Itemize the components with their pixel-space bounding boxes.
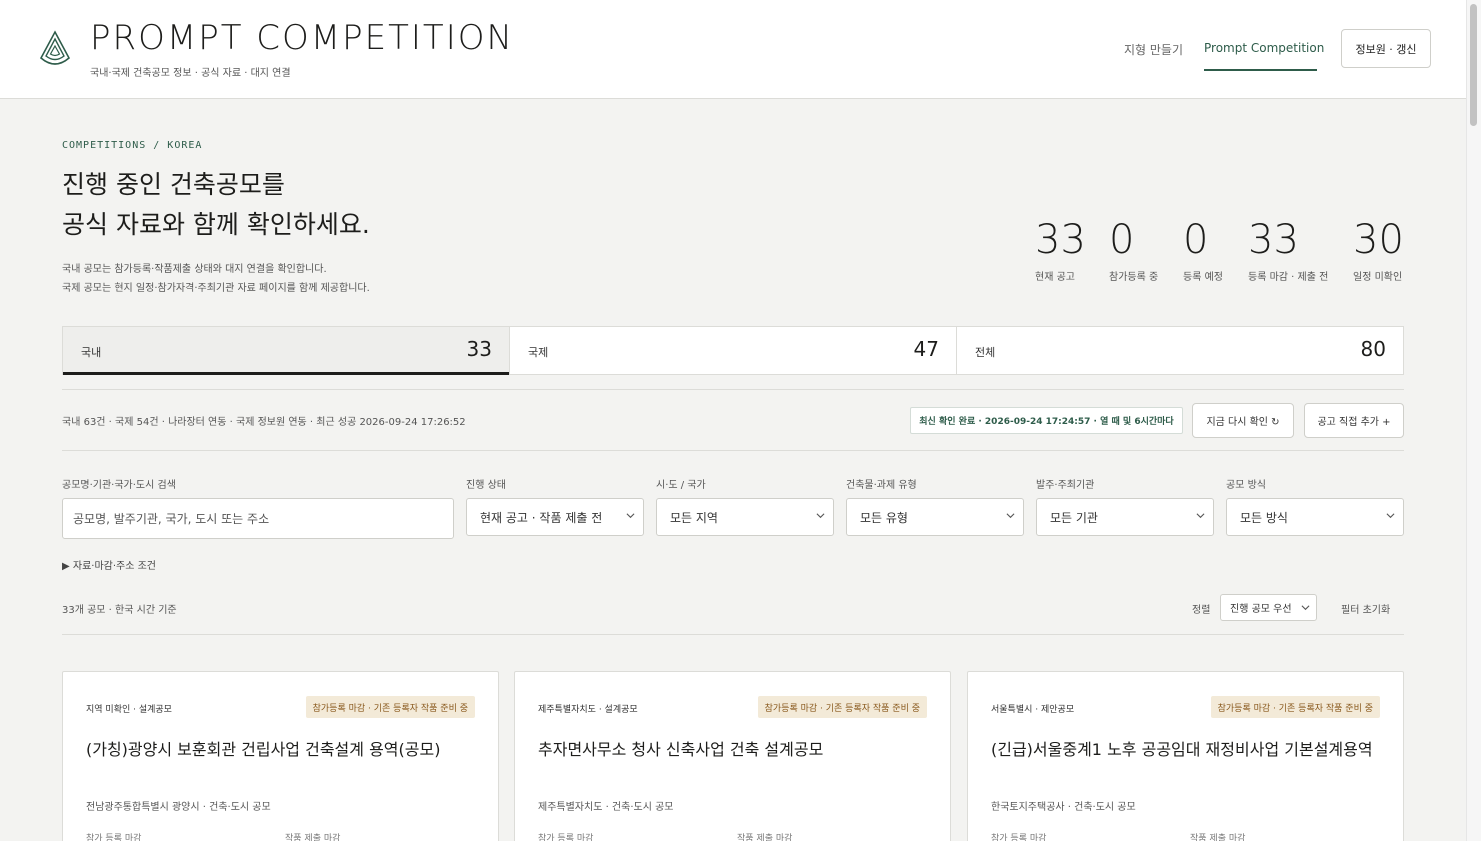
breadcrumb: COMPETITIONS / KOREA — [62, 140, 203, 151]
divider — [62, 389, 1404, 390]
stat-label: 일정 미확인 — [1353, 272, 1403, 283]
chevron-down-icon — [1196, 513, 1205, 519]
tab-label: 국내 — [81, 346, 102, 359]
brand-wordmark[interactable]: PROMPT COMPETITION — [90, 18, 514, 58]
sync-status-text: 국내 63건 · 국제 54건 · 나라장터 연동 · 국제 정보원 연동 · … — [62, 417, 466, 428]
card-region: 제주특별자치도 · 설계공모 — [538, 705, 638, 715]
stat-label: 현재 공고 — [1035, 272, 1075, 283]
region-select-value: 모든 지역 — [670, 510, 718, 525]
nav-prompt-competition[interactable]: Prompt Competition — [1204, 41, 1324, 55]
method-filter-label: 공모 방식 — [1226, 480, 1266, 491]
competition-card[interactable]: 제주특별자치도 · 설계공모 참가등록 마감 · 기존 등록자 작품 준비 중 … — [514, 671, 951, 841]
stat-registering: 0 참가등록 중 — [1109, 216, 1158, 283]
chevron-down-icon — [1301, 605, 1310, 611]
sort-select[interactable]: 진행 공모 우선 — [1220, 594, 1317, 621]
tab-label: 전체 — [975, 346, 996, 359]
tab-all[interactable]: 전체 80 — [957, 327, 1403, 374]
competition-card[interactable]: 서울특별시 · 제안공모 참가등록 마감 · 기존 등록자 작품 준비 중 (긴… — [967, 671, 1404, 841]
status-filter-label: 진행 상태 — [466, 480, 506, 491]
org-filter-label: 발주·주최기관 — [1036, 480, 1095, 491]
advanced-filters-toggle[interactable]: ▶ 자료·마감·주소 조건 — [62, 557, 156, 572]
sort-label: 정렬 — [1192, 605, 1211, 616]
nav-active-underline — [1204, 69, 1317, 71]
brand-subtitle: 국내·국제 건축공모 정보 · 공식 자료 · 대지 연결 — [90, 68, 291, 79]
scrollbar-track[interactable] — [1466, 0, 1481, 841]
stat-value: 0 — [1183, 217, 1209, 263]
region-filter-label: 시·도 / 국가 — [656, 480, 706, 491]
status-badge: 참가등록 마감 · 기존 등록자 작품 준비 중 — [1210, 696, 1380, 718]
tab-count: 80 — [1360, 337, 1386, 361]
type-select-value: 모든 유형 — [860, 510, 908, 525]
chevron-down-icon — [1006, 513, 1015, 519]
search-input[interactable] — [62, 498, 454, 539]
status-badge: 참가등록 마감 · 기존 등록자 작품 준비 중 — [305, 696, 475, 718]
card-registration-deadline-label: 참가 등록 마감 — [538, 834, 594, 841]
status-select-value: 현재 공고 · 작품 제출 전 — [480, 510, 603, 525]
type-select[interactable]: 모든 유형 — [846, 498, 1024, 536]
status-select[interactable]: 현재 공고 · 작품 제출 전 — [466, 498, 644, 536]
result-count: 33개 공모 · 한국 시간 기준 — [62, 605, 177, 616]
stat-current: 33 현재 공고 — [1035, 216, 1086, 283]
region-select[interactable]: 모든 지역 — [656, 498, 834, 536]
sources-refresh-button[interactable]: 정보원 · 갱신 — [1341, 29, 1431, 68]
type-filter-label: 건축물·과제 유형 — [846, 480, 917, 491]
stat-value: 0 — [1109, 217, 1135, 263]
card-region: 지역 미확인 · 설계공모 — [86, 705, 172, 715]
tab-international[interactable]: 국제 47 — [510, 327, 957, 374]
chevron-down-icon — [626, 513, 635, 519]
card-registration-deadline-label: 참가 등록 마감 — [86, 834, 142, 841]
card-title[interactable]: (긴급)서울중계1 노후 공공임대 재정비사업 기본설계용역 — [991, 736, 1373, 760]
tab-count: 47 — [913, 337, 939, 361]
card-region: 서울특별시 · 제안공모 — [991, 705, 1075, 715]
org-select-value: 모든 기관 — [1050, 510, 1098, 525]
card-meta: 제주특별자치도 · 건축·도시 공모 — [538, 802, 674, 813]
chevron-down-icon — [816, 513, 825, 519]
page-title-line2: 공식 자료와 함께 확인하세요. — [62, 210, 370, 239]
stat-value: 33 — [1035, 217, 1086, 263]
sync-status-badge: 최신 확인 완료 · 2026-09-24 17:24:57 · 열 때 및 6… — [910, 407, 1183, 434]
card-submission-deadline-label: 작품 제출 마감 — [737, 834, 793, 841]
card-meta: 한국토지주택공사 · 건축·도시 공모 — [991, 802, 1136, 813]
tab-domestic[interactable]: 국내 33 — [63, 327, 510, 375]
scope-tabs: 국내 33 국제 47 전체 80 — [62, 326, 1404, 375]
chevron-down-icon — [1386, 513, 1395, 519]
stat-value: 30 — [1353, 217, 1404, 263]
stat-label: 참가등록 중 — [1109, 272, 1159, 283]
add-competition-button[interactable]: 공고 직접 추가 + — [1304, 403, 1404, 438]
divider — [62, 450, 1404, 451]
card-title[interactable]: (가칭)광양시 보훈회관 건립사업 건축설계 용역(공모) — [86, 736, 440, 760]
page-title-line1: 진행 중인 건축공모를 — [62, 170, 285, 199]
card-meta: 전남광주통합특별시 광양시 · 건축·도시 공모 — [86, 802, 271, 813]
logo-icon[interactable] — [36, 30, 74, 68]
nav-terrain[interactable]: 지형 만들기 — [1124, 41, 1183, 58]
page-description-line2: 국제 공모는 현지 일정·참가자격·주최기관 자료 페이지를 함께 제공합니다. — [62, 283, 370, 294]
card-submission-deadline-label: 작품 제출 마감 — [1190, 834, 1246, 841]
stat-closed-before-submit: 33 등록 마감 · 제출 전 — [1248, 216, 1328, 283]
card-registration-deadline-label: 참가 등록 마감 — [991, 834, 1047, 841]
method-select[interactable]: 모든 방식 — [1226, 498, 1404, 536]
stat-upcoming: 0 등록 예정 — [1183, 216, 1223, 283]
org-select[interactable]: 모든 기관 — [1036, 498, 1214, 536]
reset-filters-button[interactable]: 필터 초기화 — [1341, 601, 1390, 616]
sort-select-value: 진행 공모 우선 — [1230, 604, 1292, 615]
recheck-button[interactable]: 지금 다시 확인 ↻ — [1192, 403, 1294, 438]
search-label: 공모명·기관·국가·도시 검색 — [62, 480, 176, 491]
method-select-value: 모든 방식 — [1240, 510, 1288, 525]
scrollbar-thumb[interactable] — [1470, 4, 1477, 126]
stat-unconfirmed: 30 일정 미확인 — [1353, 216, 1404, 283]
top-header: PROMPT COMPETITION 국내·국제 건축공모 정보 · 공식 자료… — [0, 0, 1466, 99]
card-submission-deadline-label: 작품 제출 마감 — [285, 834, 341, 841]
status-badge: 참가등록 마감 · 기존 등록자 작품 준비 중 — [757, 696, 927, 718]
stat-label: 등록 마감 · 제출 전 — [1248, 272, 1329, 283]
stat-value: 33 — [1248, 217, 1299, 263]
page-title: 진행 중인 건축공모를 공식 자료와 함께 확인하세요. — [62, 165, 370, 245]
page-description-line1: 국내 공모는 참가등록·작품제출 상태와 대지 연결을 확인합니다. — [62, 264, 327, 275]
card-title[interactable]: 추자면사무소 청사 신축사업 건축 설계공모 — [538, 736, 823, 760]
tab-label: 국제 — [528, 346, 549, 359]
tab-count: 33 — [466, 337, 492, 361]
competition-card[interactable]: 지역 미확인 · 설계공모 참가등록 마감 · 기존 등록자 작품 준비 중 (… — [62, 671, 499, 841]
page-description: 국내 공모는 참가등록·작품제출 상태와 대지 연결을 확인합니다. 국제 공모… — [62, 260, 370, 298]
divider — [62, 634, 1404, 635]
stat-label: 등록 예정 — [1183, 272, 1223, 283]
